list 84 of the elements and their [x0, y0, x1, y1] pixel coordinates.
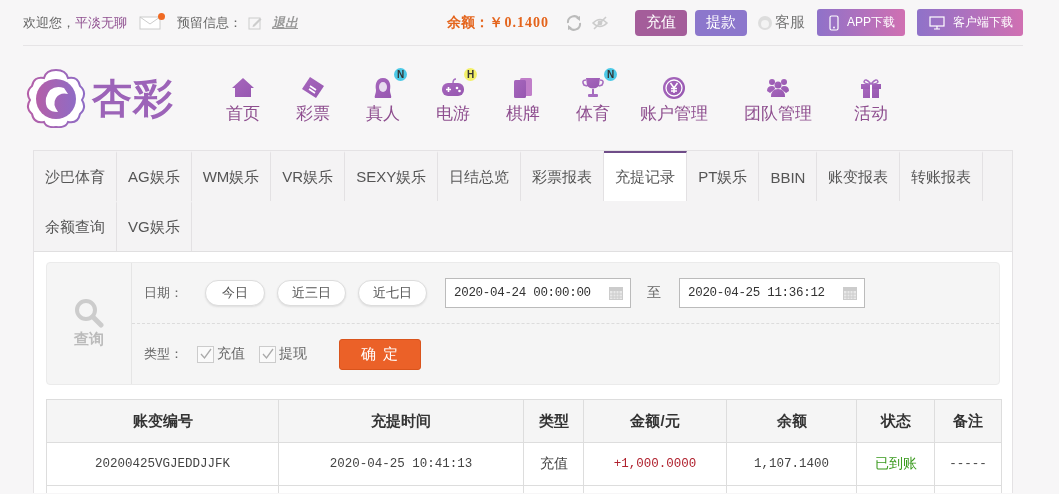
- yen-coin-icon: [662, 75, 686, 100]
- customer-service-link[interactable]: 客服: [775, 13, 805, 32]
- report-tab[interactable]: 账变报表: [817, 151, 901, 201]
- report-tab[interactable]: 充提记录: [604, 151, 688, 201]
- table-cell: -----: [934, 442, 1002, 486]
- report-tab[interactable]: 日结总览: [438, 151, 522, 201]
- balance-amount: ￥0.1400: [489, 13, 549, 32]
- date-value: 2020-04-24 00:00:00: [454, 286, 591, 300]
- nav-label: 体育: [576, 102, 610, 125]
- badge: N: [604, 67, 617, 81]
- date-range-button[interactable]: 近七日: [358, 280, 427, 306]
- report-tab[interactable]: VG娱乐: [117, 201, 192, 251]
- report-tab[interactable]: 余额查询: [34, 201, 117, 251]
- house-icon: [231, 75, 255, 100]
- table-cell: +1,000.0000: [583, 442, 727, 486]
- ticket-icon: [301, 75, 325, 100]
- column-header: 类型: [523, 399, 584, 443]
- hidden-eye-icon[interactable]: [591, 13, 609, 32]
- table-cell: 1,107.1400: [726, 442, 857, 486]
- type-label: 类型：: [144, 345, 183, 363]
- nav-label: 电游: [436, 102, 470, 125]
- report-tab[interactable]: VR娱乐: [271, 151, 346, 201]
- nav-label: 彩票: [296, 102, 330, 125]
- report-tab[interactable]: AG娱乐: [117, 151, 192, 201]
- nav-item[interactable]: 彩票: [290, 71, 336, 125]
- table-cell: 20200425VGJEDDJJFK: [46, 442, 279, 486]
- balance-label: 余额：: [447, 13, 490, 32]
- phone-icon: [829, 14, 839, 31]
- checkbox[interactable]: [259, 345, 276, 363]
- table-cell: 已到账: [856, 442, 935, 486]
- report-tab[interactable]: WM娱乐: [191, 151, 272, 201]
- date-range-button[interactable]: 今日: [205, 280, 265, 306]
- calendar-icon[interactable]: [608, 285, 624, 301]
- nav-item[interactable]: 账户管理: [640, 71, 708, 125]
- column-header: 备注: [934, 399, 1002, 443]
- trophy-icon: [581, 75, 605, 100]
- date-label: 日期：: [144, 284, 183, 302]
- nav-item[interactable]: 首页: [220, 71, 266, 125]
- report-tab[interactable]: BBIN: [759, 151, 818, 201]
- mail-icon[interactable]: [139, 15, 161, 30]
- refresh-icon[interactable]: [565, 13, 583, 32]
- monitor-icon: [929, 15, 945, 30]
- nav-label: 首页: [226, 102, 260, 125]
- deposit-button[interactable]: 充值: [635, 9, 687, 36]
- welcome-text: 欢迎您，: [23, 13, 75, 32]
- checkbox[interactable]: [197, 345, 214, 363]
- badge: H: [464, 67, 477, 81]
- table-cell: 2020-04-25 10:41:13: [278, 442, 524, 486]
- edit-icon[interactable]: [248, 15, 262, 30]
- logo-text: 杏彩: [92, 72, 174, 123]
- column-header: 状态: [856, 399, 935, 443]
- report-tab[interactable]: 转账报表: [900, 151, 984, 201]
- nav-label: 棋牌: [506, 102, 540, 125]
- search-icon: [74, 298, 104, 328]
- range-separator: 至: [647, 284, 661, 302]
- badge: N: [394, 67, 407, 81]
- checkbox-label: 提现: [279, 345, 307, 363]
- cards-icon: [511, 75, 535, 100]
- date-value: 2020-04-25 11:36:12: [688, 286, 825, 300]
- nav-item[interactable]: 棋牌: [500, 71, 546, 125]
- calendar-icon[interactable]: [842, 285, 858, 301]
- report-tab[interactable]: SEXY娱乐: [345, 151, 439, 201]
- date-field[interactable]: 2020-04-25 11:36:12: [679, 278, 865, 308]
- table-cell: 充值: [523, 442, 584, 486]
- date-range-button[interactable]: 近三日: [277, 280, 346, 306]
- report-tab[interactable]: 沙巴体育: [34, 151, 117, 201]
- column-header: 充提时间: [278, 399, 524, 443]
- username: 平淡无聊: [75, 13, 127, 32]
- nav-label: 真人: [366, 102, 400, 125]
- flower-logo-icon: [24, 68, 88, 128]
- report-tab[interactable]: PT娱乐: [687, 151, 760, 201]
- column-header: 账变编号: [46, 399, 279, 443]
- nav-item[interactable]: 活动: [848, 71, 894, 125]
- query-label: 查询: [74, 330, 104, 349]
- nav-label: 团队管理: [744, 102, 812, 125]
- withdraw-button[interactable]: 提款: [695, 9, 747, 36]
- column-header: 余额: [726, 399, 857, 443]
- column-header: 金额/元: [583, 399, 727, 443]
- reserved-info-label: 预留信息：: [177, 13, 242, 32]
- checkbox-label: 充值: [217, 345, 245, 363]
- nav-label: 活动: [854, 102, 888, 125]
- nav-label: 账户管理: [640, 102, 708, 125]
- date-field[interactable]: 2020-04-24 00:00:00: [445, 278, 631, 308]
- nav-item[interactable]: 团队管理: [744, 71, 812, 125]
